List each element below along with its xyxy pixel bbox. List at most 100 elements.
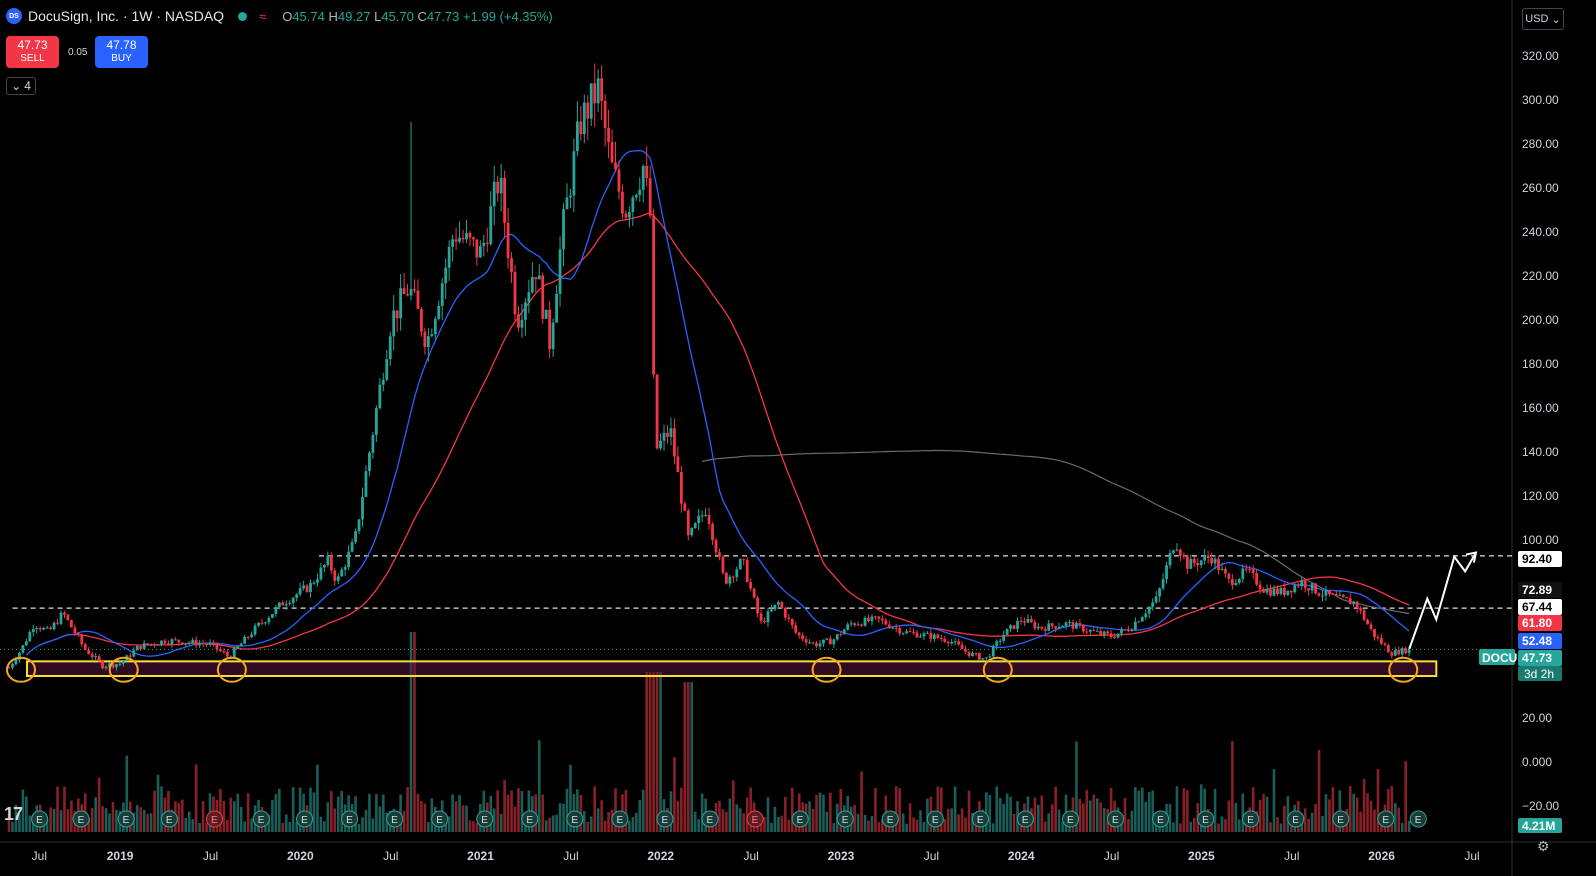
volume-bar bbox=[1373, 809, 1376, 832]
volume-bar bbox=[49, 807, 52, 832]
candle-body bbox=[1151, 602, 1155, 607]
volume-bar bbox=[565, 788, 569, 832]
volume-bar bbox=[991, 823, 995, 832]
volume-bar bbox=[378, 806, 382, 832]
buy-button[interactable]: 47.78 BUY bbox=[95, 36, 148, 68]
volume-bar bbox=[728, 798, 732, 832]
candle-body bbox=[295, 594, 299, 598]
volume-bar bbox=[562, 803, 565, 832]
candle-body bbox=[804, 639, 808, 643]
candle-body bbox=[225, 652, 229, 657]
candle-body bbox=[257, 622, 260, 626]
volume-bar bbox=[1182, 788, 1186, 832]
candle-body bbox=[187, 642, 191, 644]
candle-body bbox=[1272, 588, 1276, 596]
candle-body bbox=[676, 456, 680, 473]
candle-body bbox=[1102, 631, 1106, 635]
currency-select[interactable]: USD ⌄ bbox=[1522, 8, 1564, 30]
volume-bar bbox=[458, 794, 461, 832]
volume-bar bbox=[829, 792, 832, 832]
candle-body bbox=[1359, 608, 1363, 611]
candle-body bbox=[1352, 601, 1356, 605]
candle-body bbox=[759, 613, 763, 621]
candle-body bbox=[423, 331, 427, 348]
volume-bar bbox=[1407, 820, 1411, 832]
candle-body bbox=[1265, 589, 1269, 593]
time-axis-label: 2025 bbox=[1188, 849, 1215, 863]
candle-body bbox=[198, 643, 202, 646]
volume-bar bbox=[628, 820, 631, 832]
volume-bar bbox=[738, 808, 742, 832]
candle-body bbox=[1251, 569, 1255, 574]
volume-bar bbox=[1303, 808, 1307, 832]
candle-body bbox=[1341, 594, 1345, 597]
candle-body bbox=[627, 211, 631, 218]
volume-bar bbox=[510, 790, 513, 832]
candle-body bbox=[815, 642, 818, 647]
earnings-marker-label: E bbox=[211, 815, 218, 826]
candle-body bbox=[347, 551, 351, 568]
price-axis-label: 220.00 bbox=[1522, 269, 1559, 283]
volume-bar bbox=[1213, 788, 1217, 832]
volume-bar bbox=[461, 805, 465, 832]
volume-bar bbox=[867, 820, 870, 832]
candle-body bbox=[589, 83, 593, 119]
candle-body bbox=[11, 663, 14, 668]
candle-body bbox=[1237, 578, 1241, 583]
volume-bar bbox=[1404, 761, 1407, 832]
earnings-marker-label: E bbox=[1067, 815, 1074, 826]
candle-body bbox=[416, 290, 420, 309]
volume-bar bbox=[822, 794, 825, 832]
candle-body bbox=[887, 624, 891, 629]
volume-bar bbox=[1005, 793, 1009, 832]
candle-body bbox=[1210, 558, 1213, 564]
candle-body bbox=[995, 641, 999, 646]
candle-body bbox=[655, 374, 659, 449]
earnings-marker-label: E bbox=[616, 815, 623, 826]
volume-bar bbox=[180, 799, 184, 832]
chevron-down-icon: ⌄ bbox=[1551, 13, 1561, 26]
candle-body bbox=[250, 634, 254, 638]
candle-body bbox=[929, 632, 933, 639]
volume-bar bbox=[808, 801, 811, 832]
candle-body bbox=[1407, 649, 1411, 654]
indicators-toggle[interactable]: ⌄ 4 bbox=[6, 77, 36, 95]
volume-bar bbox=[898, 788, 901, 832]
sell-button[interactable]: 47.73 SELL bbox=[6, 36, 59, 68]
candle-body bbox=[867, 617, 870, 622]
volume-bar bbox=[326, 802, 330, 832]
candle-body bbox=[679, 472, 683, 504]
candle-body bbox=[773, 604, 777, 610]
earnings-marker-label: E bbox=[932, 815, 939, 826]
earnings-marker-label: E bbox=[1202, 815, 1209, 826]
symbol-title[interactable]: DocuSign, Inc. · 1W · NASDAQ bbox=[28, 8, 224, 24]
candle-body bbox=[388, 336, 392, 360]
candle-body bbox=[24, 641, 28, 646]
candle-body bbox=[395, 310, 399, 319]
price-tag-text: 47.73 bbox=[1522, 651, 1552, 665]
time-axis-label: Jul bbox=[924, 849, 939, 863]
volume-bar bbox=[998, 797, 1002, 832]
candle-body bbox=[489, 206, 493, 245]
price-chart[interactable]: E E E E E E E E E E E E E E E E E E E E E E E E E E E E E E E E 320.00 30… bbox=[0, 0, 1596, 876]
candle-body bbox=[205, 643, 208, 645]
candle-body bbox=[725, 572, 728, 584]
candle-body bbox=[1230, 579, 1234, 586]
volume-bar bbox=[1043, 821, 1047, 832]
volume-bar bbox=[1355, 797, 1359, 832]
volume-bar bbox=[964, 817, 967, 832]
volume-bar bbox=[239, 806, 243, 832]
candle-body bbox=[607, 128, 610, 143]
price-axis-label: 100.00 bbox=[1522, 533, 1559, 547]
candle-body bbox=[212, 642, 215, 644]
candle-body bbox=[669, 428, 673, 437]
candle-body bbox=[243, 636, 247, 644]
volume-bar bbox=[877, 822, 881, 832]
candle-body bbox=[912, 631, 915, 633]
candle-body bbox=[385, 359, 389, 380]
candle-body bbox=[790, 618, 794, 626]
gear-icon[interactable]: ⚙ bbox=[1537, 838, 1550, 855]
candle-body bbox=[316, 579, 319, 583]
volume-bar bbox=[641, 789, 645, 832]
candle-body bbox=[517, 314, 520, 328]
